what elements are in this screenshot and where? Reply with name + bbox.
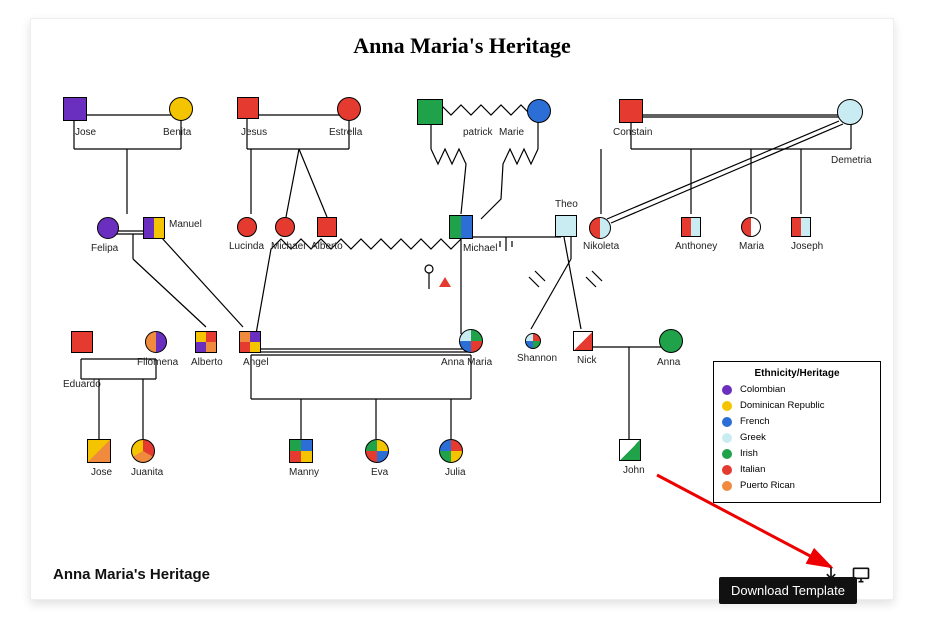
legend-title: Ethnicity/Heritage (722, 368, 872, 379)
label-joseph: Joseph (791, 241, 823, 252)
person-theo (555, 215, 577, 237)
label-demetria: Demetria (831, 155, 872, 166)
template-card: Anna Maria's Heritage (30, 18, 894, 600)
person-alberto2 (195, 331, 217, 353)
person-michael2 (449, 215, 473, 239)
label-nikoleta: Nikoleta (583, 241, 619, 252)
person-manuel (143, 217, 165, 239)
legend-item: Italian (722, 464, 872, 475)
label-anthoney: Anthoney (675, 241, 717, 252)
person-juanita (131, 439, 155, 463)
label-julia: Julia (445, 467, 466, 478)
person-maria (741, 217, 761, 237)
label-felipa: Felipa (91, 243, 118, 254)
legend-item: Dominican Republic (722, 400, 872, 411)
legend-item: French (722, 416, 872, 427)
label-filomena: Filomena (137, 357, 178, 368)
label-anna: Anna (657, 357, 680, 368)
legend-item: Irish (722, 448, 872, 459)
person-marie (527, 99, 551, 123)
legend-item: Colombian (722, 384, 872, 395)
person-anna (659, 329, 683, 353)
legend-item: Puerto Rican (722, 480, 872, 491)
person-manny (289, 439, 313, 463)
label-john: John (623, 465, 645, 476)
genogram-diagram: Anna Maria's Heritage (31, 19, 893, 529)
person-estrella (337, 97, 361, 121)
label-theo: Theo (555, 199, 578, 210)
person-eva (365, 439, 389, 463)
person-angel (239, 331, 261, 353)
person-benita (169, 97, 193, 121)
label-marie: Marie (499, 127, 524, 138)
download-tooltip: Download Template (719, 577, 857, 604)
person-joseph (791, 217, 811, 237)
person-jose (63, 97, 87, 121)
label-annamaria: Anna Maria (441, 357, 492, 368)
label-lucinda: Lucinda (229, 241, 264, 252)
person-jose2 (87, 439, 111, 463)
person-alberto1 (317, 217, 337, 237)
label-estrella: Estrella (329, 127, 362, 138)
legend-item: Greek (722, 432, 872, 443)
label-shannon: Shannon (517, 353, 557, 364)
label-patrick: patrick (463, 127, 492, 138)
label-manuel: Manuel (169, 219, 202, 230)
label-jesus: Jesus (241, 127, 267, 138)
person-shannon (525, 333, 541, 349)
label-alberto2: Alberto (191, 357, 223, 368)
label-juanita: Juanita (131, 467, 163, 478)
person-nick (573, 331, 593, 351)
person-patrick (417, 99, 443, 125)
person-michael1 (275, 217, 295, 237)
label-angel: Angel (243, 357, 269, 368)
label-eduardo: Eduardo (63, 379, 101, 390)
person-constain (619, 99, 643, 123)
label-nick: Nick (577, 355, 596, 366)
legend-box: Ethnicity/Heritage Colombian Dominican R… (713, 361, 881, 503)
person-john (619, 439, 641, 461)
label-michael1: Michael (271, 241, 305, 252)
person-filomena (145, 331, 167, 353)
label-jose: Jose (75, 127, 96, 138)
label-eva: Eva (371, 467, 388, 478)
person-eduardo (71, 331, 93, 353)
card-caption: Anna Maria's Heritage (53, 566, 210, 583)
label-michael2: Michael (463, 243, 497, 254)
label-alberto1: Alberto (311, 241, 343, 252)
person-nikoleta (589, 217, 611, 239)
label-manny: Manny (289, 467, 319, 478)
person-jesus (237, 97, 259, 119)
label-benita: Benita (163, 127, 191, 138)
person-felipa (97, 217, 119, 239)
label-jose2: Jose (91, 467, 112, 478)
person-anthoney (681, 217, 701, 237)
label-maria: Maria (739, 241, 764, 252)
label-constain: Constain (613, 127, 652, 138)
person-demetria (837, 99, 863, 125)
person-annamaria (459, 329, 483, 353)
person-lucinda (237, 217, 257, 237)
person-julia (439, 439, 463, 463)
